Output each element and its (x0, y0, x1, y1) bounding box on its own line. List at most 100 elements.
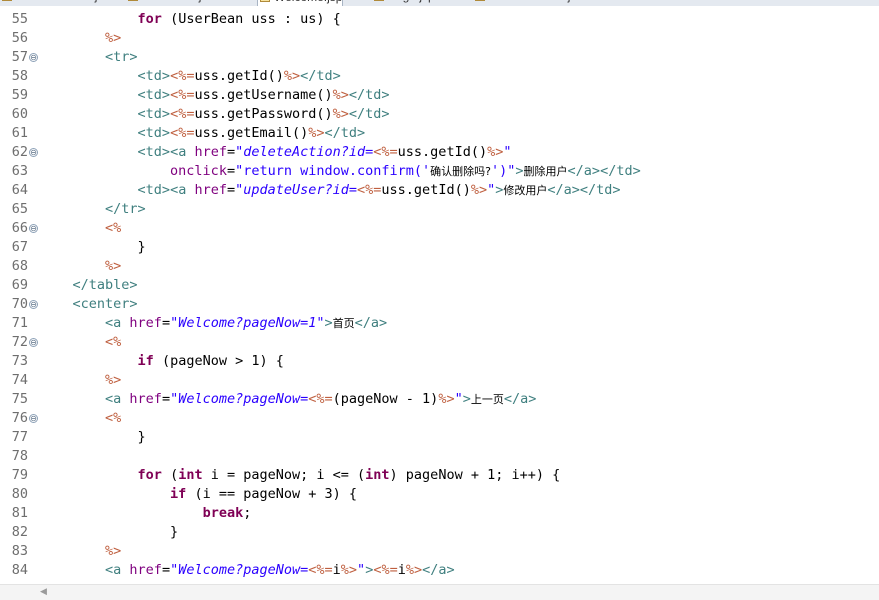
code-token: > (462, 391, 471, 407)
code-line[interactable]: 79 for (int i = pageNow; i <= (int) page… (0, 466, 879, 485)
code-line[interactable]: 56 %> (0, 29, 879, 48)
code-token: 上一页 (470, 393, 504, 406)
editor-tab[interactable]: Page.jsp (372, 0, 435, 5)
code-line[interactable]: 71 <a href="Welcome?pageNow=1">首页</a> (0, 314, 879, 333)
code-line[interactable]: 73 if (pageNow > 1) { (0, 352, 879, 371)
code-line[interactable]: 72 ⊖ <% (0, 333, 879, 352)
code-line[interactable]: 69 </table> (0, 276, 879, 295)
code-token: onclick (170, 163, 227, 179)
code-token: %> (438, 391, 455, 407)
code-line[interactable]: 68 %> (0, 257, 879, 276)
line-number: 79 (11, 467, 28, 483)
code-text: for (int i = pageNow; i <= (int) pageNow… (40, 466, 561, 485)
line-number: 74 (11, 372, 28, 388)
code-token: %> (105, 258, 122, 274)
code-line[interactable]: 61 <td><%=uss.getEmail()%></td> (0, 124, 879, 143)
code-line[interactable]: 77 } (0, 428, 879, 447)
code-token: "return window.confirm(' (235, 163, 431, 179)
code-line[interactable]: 78 (0, 447, 879, 466)
code-line[interactable]: 83 %> (0, 542, 879, 561)
code-text: } (40, 428, 146, 447)
code-token: %> (283, 68, 301, 84)
editor-tab[interactable]: UserBeanDao.java (473, 0, 590, 5)
code-token: 首页 (332, 317, 355, 330)
code-token: <a (170, 182, 195, 198)
editor-tab[interactable]: UserBeanDao.java (0, 0, 117, 5)
fold-collapse-icon[interactable]: ⊖ (29, 300, 38, 309)
code-line[interactable]: 81 break; (0, 504, 879, 523)
line-number: 68 (11, 258, 28, 274)
code-line[interactable]: 70 ⊖ <center> (0, 295, 879, 314)
code-line[interactable]: 66 ⊖ <% (0, 219, 879, 238)
code-token: </a> (354, 315, 388, 331)
code-token: <a (105, 391, 130, 407)
code-token: 确认删除吗? (430, 165, 492, 178)
line-number: 73 (11, 353, 28, 369)
code-token: ')" (491, 163, 516, 179)
code-token: = (161, 562, 171, 578)
editor-tab-label: Page.jsp (388, 0, 435, 3)
code-line[interactable]: 65 </tr> (0, 200, 879, 219)
code-token: for (137, 11, 162, 27)
horizontal-scrollbar[interactable]: ◀ (0, 584, 879, 600)
line-number: 60 (11, 106, 28, 122)
scroll-left-arrow-icon[interactable]: ◀ (40, 587, 47, 597)
fold-collapse-icon[interactable]: ⊖ (29, 338, 38, 347)
code-line[interactable]: 64 <td><a href="updateUser?id=<%=uss.get… (0, 181, 879, 200)
code-text: %> (40, 257, 121, 276)
code-line[interactable]: 80 if (i == pageNow + 3) { (0, 485, 879, 504)
fold-collapse-icon[interactable]: ⊖ (29, 148, 38, 157)
code-line[interactable]: 63 onclick="return window.confirm('确认删除吗… (0, 162, 879, 181)
code-line[interactable]: 55 for (UserBean uss : us) { (0, 10, 879, 29)
code-token: } (40, 239, 146, 255)
code-line[interactable]: 67 } (0, 238, 879, 257)
code-line[interactable]: 76 ⊖ <% (0, 409, 879, 428)
code-text: <% (40, 409, 121, 428)
code-text: %> (40, 371, 121, 390)
code-line[interactable]: 82 } (0, 523, 879, 542)
code-line[interactable]: 58 <td><%=uss.getId()%></td> (0, 67, 879, 86)
code-token: </a> (547, 182, 580, 198)
code-token: <a (105, 315, 130, 331)
file-icon (374, 0, 384, 1)
code-line[interactable]: 62 ⊖ <td><a href="deleteAction?id=<%=uss.… (0, 143, 879, 162)
code-token: </a> (422, 562, 455, 578)
fold-collapse-icon[interactable]: ⊖ (29, 224, 38, 233)
code-token: uss.getUsername() (194, 87, 333, 103)
code-line[interactable]: 75 <a href="Welcome?pageNow=<%=(pageNow … (0, 390, 879, 409)
code-text: <td><a href="deleteAction?id=<%=uss.getI… (40, 143, 512, 162)
editor-tab[interactable]: UserBean.java (126, 0, 221, 5)
code-line[interactable]: 59 <td><%=uss.getUsername()%></td> (0, 86, 879, 105)
code-text: <td><%=uss.getUsername()%></td> (40, 86, 390, 105)
fold-collapse-icon[interactable]: ⊖ (29, 53, 38, 62)
code-token: "updateUser?id= (235, 182, 358, 198)
code-token: </td> (600, 163, 641, 179)
code-token: <%= (357, 182, 382, 198)
line-number: 63 (11, 163, 28, 179)
code-line[interactable]: 84 <a href="Welcome?pageNow=<%=i%>"><%=i… (0, 561, 879, 580)
code-editor[interactable]: 55 for (UserBean uss : us) {56 %> 57 ⊖ <tr… (0, 6, 879, 584)
fold-collapse-icon[interactable]: ⊖ (29, 414, 38, 423)
code-token: <tr> (105, 49, 138, 65)
code-line[interactable]: 74 %> (0, 371, 879, 390)
code-token: for (137, 467, 162, 483)
code-token: href (129, 562, 162, 578)
code-token: i (332, 562, 341, 578)
code-token: uss.getEmail() (194, 125, 309, 141)
code-text: <% (40, 219, 121, 238)
line-number: 70 (11, 296, 28, 312)
code-token: <td> (137, 106, 171, 122)
code-token: int (365, 467, 390, 483)
code-text: %> (40, 29, 121, 48)
code-token: %> (105, 372, 122, 388)
code-text: onclick="return window.confirm('确认删除吗?')… (40, 162, 641, 181)
code-line[interactable]: 57 ⊖ <tr> (0, 48, 879, 67)
code-line[interactable]: 60 <td><%=uss.getPassword()%></td> (0, 105, 879, 124)
